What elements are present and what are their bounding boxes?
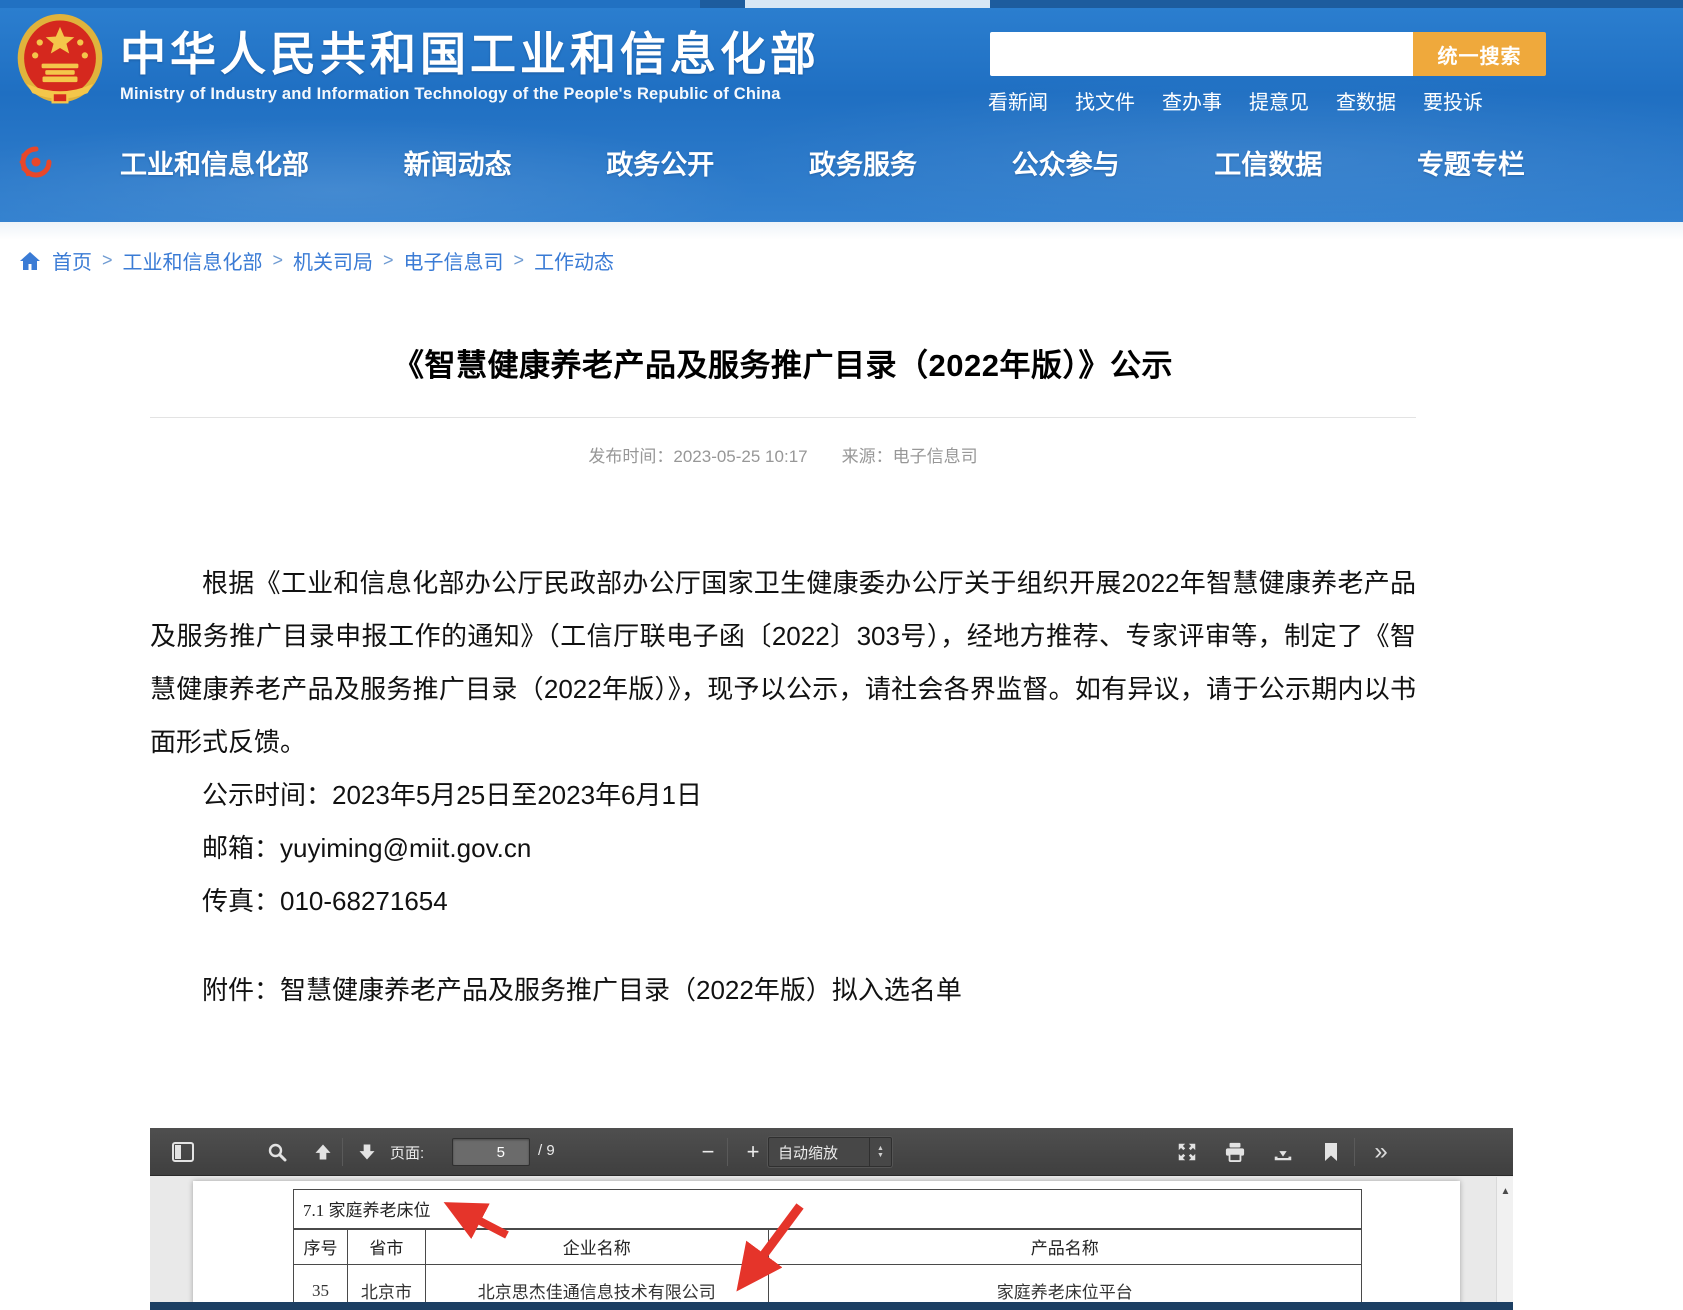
nav-item-6[interactable]: 专题专栏 <box>1417 143 1525 182</box>
source-label: 来源： <box>842 447 893 466</box>
breadcrumb-item-2[interactable]: 机关司局 <box>293 246 373 275</box>
breadcrumb-item-4[interactable]: 工作动态 <box>534 246 614 275</box>
quick-link-0[interactable]: 看新闻 <box>988 86 1048 115</box>
page-number-input[interactable] <box>452 1138 530 1166</box>
breadcrumb-item-3[interactable]: 电子信息司 <box>404 246 504 275</box>
article-paragraph: 根据《工业和信息化部办公厅民政部办公厅国家卫生健康委办公厅关于组织开展2022年… <box>150 557 1416 769</box>
pdf-toolbar: 页面: / 9 − + 自动缩放 ▲▼ <box>150 1128 1513 1176</box>
pdf-col-header-1: 省市 <box>347 1229 425 1265</box>
article-line-2: 传真：010-68271654 <box>150 875 1416 928</box>
more-tools-icon[interactable]: » <box>1366 1137 1396 1167</box>
page-number-label: 页面: <box>390 1142 424 1163</box>
quick-link-4[interactable]: 查数据 <box>1336 86 1396 115</box>
attachment-line: 附件：智慧健康养老产品及服务推广目录（2022年版）拟入选名单 <box>150 964 1416 1017</box>
article-body: 根据《工业和信息化部办公厅民政部办公厅国家卫生健康委办公厅关于组织开展2022年… <box>150 557 1416 1017</box>
site-brand: 中华人民共和国工业和信息化部 Ministry of Industry and … <box>14 8 820 108</box>
quick-link-1[interactable]: 找文件 <box>1075 86 1135 115</box>
publish-time-label: 发布时间： <box>588 447 673 466</box>
presentation-mode-icon[interactable] <box>1172 1137 1202 1167</box>
print-icon[interactable] <box>1220 1137 1250 1167</box>
pdf-table-header-row: 序号省市企业名称产品名称 <box>294 1229 1362 1265</box>
breadcrumb-separator: > <box>383 250 394 271</box>
page-up-icon[interactable] <box>308 1137 338 1167</box>
pdf-viewer: 页面: / 9 − + 自动缩放 ▲▼ <box>150 1128 1513 1310</box>
zoom-out-button[interactable]: − <box>693 1137 723 1167</box>
search-input[interactable] <box>990 32 1413 76</box>
nav-items: 工业和信息化部 新闻动态 政务公开 政务服务 公众参与 工信数据 专题专栏 <box>120 143 1525 182</box>
nav-item-1[interactable]: 新闻动态 <box>404 143 512 182</box>
source-value: 电子信息司 <box>893 447 978 466</box>
article-contact-lines: 公示时间：2023年5月25日至2023年6月1日邮箱：yuyiming@mii… <box>150 769 1416 928</box>
breadcrumb-items: 首页 > 工业和信息化部 > 机关司局 > 电子信息司 > 工作动态 <box>52 246 614 275</box>
quick-link-3[interactable]: 提意见 <box>1249 86 1309 115</box>
pdf-col-header-0: 序号 <box>294 1229 348 1265</box>
pdf-section-title: 7.1 家庭养老床位 <box>294 1190 1362 1229</box>
page-total-label: / 9 <box>538 1142 555 1159</box>
site-subtitle: Ministry of Industry and Information Tec… <box>120 85 820 104</box>
download-icon[interactable] <box>1268 1137 1298 1167</box>
page-down-icon[interactable] <box>352 1137 382 1167</box>
article-line-0: 公示时间：2023年5月25日至2023年6月1日 <box>150 769 1416 822</box>
breadcrumb-separator: > <box>514 250 525 271</box>
zoom-select[interactable]: 自动缩放 ▲▼ <box>768 1137 892 1167</box>
toolbar-separator <box>727 1138 728 1166</box>
page-title: 《智慧健康养老产品及服务推广目录（2022年版）》公示 <box>150 340 1416 385</box>
gov-site-logo-icon[interactable] <box>18 144 54 180</box>
site-title: 中华人民共和国工业和信息化部 <box>120 25 820 83</box>
breadcrumb-item-1[interactable]: 工业和信息化部 <box>123 246 263 275</box>
site-header: 中华人民共和国工业和信息化部 Ministry of Industry and … <box>0 8 1683 222</box>
sidebar-toggle-icon[interactable] <box>168 1137 198 1167</box>
bookmark-icon[interactable] <box>1316 1137 1346 1167</box>
pdf-scrollbar[interactable]: ▲ <box>1496 1177 1513 1310</box>
pdf-content-area: 7.1 家庭养老床位 序号省市企业名称产品名称 35北京市北京思杰佳通信息技术有… <box>150 1177 1513 1310</box>
pdf-table: 7.1 家庭养老床位 序号省市企业名称产品名称 35北京市北京思杰佳通信息技术有… <box>293 1189 1362 1310</box>
article-meta: 发布时间：2023-05-25 10:17 来源：电子信息司 <box>150 442 1416 467</box>
zoom-select-value: 自动缩放 <box>769 1142 869 1163</box>
pdf-col-header-3: 产品名称 <box>768 1229 1361 1265</box>
breadcrumb-separator: > <box>102 250 113 271</box>
bottom-bar <box>150 1302 1513 1310</box>
toolbar-separator <box>342 1138 343 1166</box>
top-strip-light-segment <box>745 0 990 8</box>
nav-item-3[interactable]: 政务服务 <box>809 143 917 182</box>
quick-links: 看新闻找文件查办事提意见查数据要投诉 <box>988 86 1458 115</box>
breadcrumb-separator: > <box>273 250 284 271</box>
top-strip-blue-segment <box>0 0 700 8</box>
breadcrumb-item-0[interactable]: 首页 <box>52 246 92 275</box>
publish-time-value: 2023-05-25 10:17 <box>673 447 807 466</box>
home-icon[interactable] <box>18 249 42 273</box>
quick-link-2[interactable]: 查办事 <box>1162 86 1222 115</box>
nav-item-0[interactable]: 工业和信息化部 <box>120 143 309 182</box>
find-icon[interactable] <box>262 1137 292 1167</box>
chevron-updown-icon: ▲▼ <box>869 1138 891 1166</box>
quick-link-5[interactable]: 要投诉 <box>1423 86 1483 115</box>
nav-item-5[interactable]: 工信数据 <box>1214 143 1322 182</box>
zoom-in-button[interactable]: + <box>738 1137 768 1167</box>
title-divider <box>150 417 1416 418</box>
pdf-page: 7.1 家庭养老床位 序号省市企业名称产品名称 35北京市北京思杰佳通信息技术有… <box>193 1181 1460 1310</box>
unified-search-button[interactable]: 统一搜索 <box>1413 32 1546 76</box>
main-nav: 工业和信息化部 新闻动态 政务公开 政务服务 公众参与 工信数据 专题专栏 <box>0 130 1683 194</box>
top-strip <box>0 0 1683 8</box>
nav-item-4[interactable]: 公众参与 <box>1012 143 1120 182</box>
subheader-band <box>0 222 1683 240</box>
pdf-col-header-2: 企业名称 <box>425 1229 768 1265</box>
scroll-up-icon[interactable]: ▲ <box>1497 1183 1513 1200</box>
toolbar-separator <box>1354 1138 1355 1166</box>
nav-item-2[interactable]: 政务公开 <box>606 143 714 182</box>
breadcrumb: 首页 > 工业和信息化部 > 机关司局 > 电子信息司 > 工作动态 <box>18 246 614 275</box>
article-line-1: 邮箱：yuyiming@miit.gov.cn <box>150 822 1416 875</box>
national-emblem-icon <box>14 12 106 108</box>
